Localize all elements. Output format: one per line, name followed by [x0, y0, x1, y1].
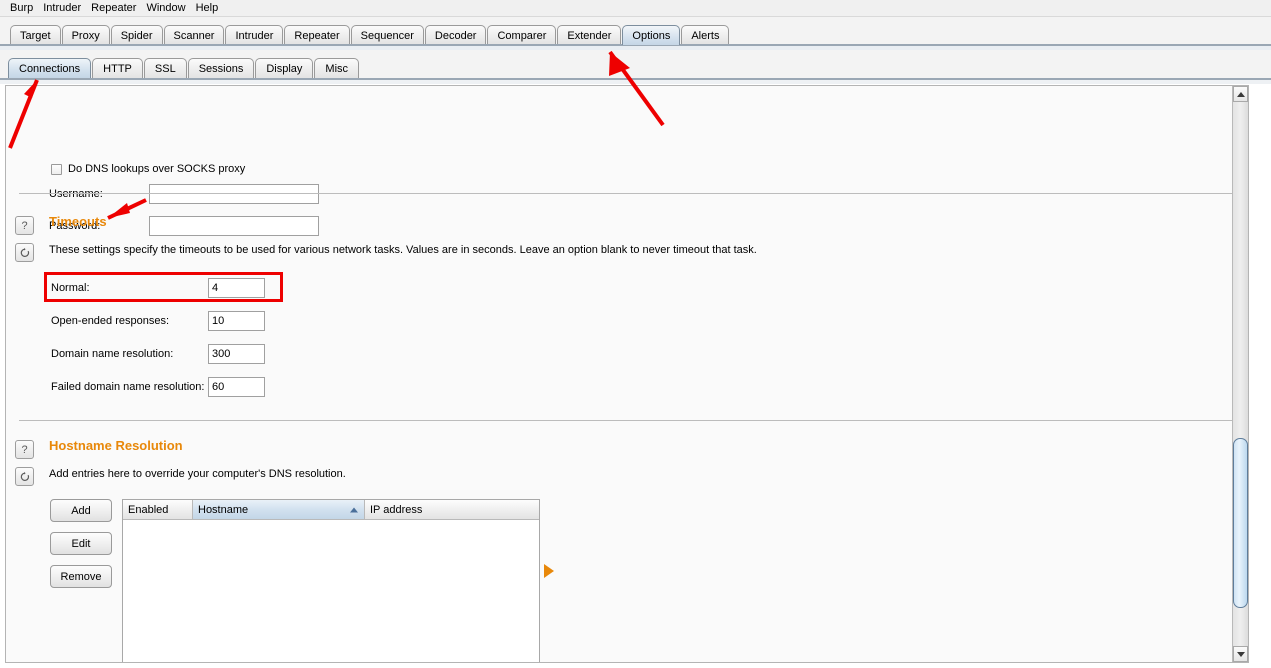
menu-item-intruder[interactable]: Intruder — [38, 1, 86, 15]
sub-tab-divider-shadow — [0, 80, 1271, 84]
tab-scanner[interactable]: Scanner — [163, 25, 225, 45]
vertical-scrollbar[interactable] — [1232, 86, 1248, 662]
table-body[interactable] — [123, 519, 539, 662]
scrollbar-thumb[interactable] — [1233, 438, 1248, 608]
tab-alerts[interactable]: Alerts — [681, 25, 730, 45]
dns-socks-checkbox-row[interactable]: Do DNS lookups over SOCKS proxy — [51, 163, 245, 175]
column-header-ip-address[interactable]: IP address — [365, 500, 539, 519]
column-header-hostname[interactable]: Hostname — [193, 500, 365, 519]
scrollbar-track[interactable] — [1233, 102, 1248, 646]
subtab-http[interactable]: HTTP — [92, 58, 143, 79]
dns-socks-checkbox-label: Do DNS lookups over SOCKS proxy — [68, 163, 246, 175]
timeout-normal-input[interactable] — [208, 278, 265, 298]
tab-intruder[interactable]: Intruder — [225, 25, 284, 45]
question-mark-icon[interactable]: ? — [15, 216, 34, 235]
tab-decoder[interactable]: Decoder — [424, 25, 487, 45]
menu-item-repeater[interactable]: Repeater — [86, 1, 141, 15]
refresh-icon[interactable] — [15, 243, 34, 262]
scroll-down-arrow-icon[interactable] — [1233, 646, 1248, 662]
options-content-panel: Username: Password: Do DNS lookups over … — [5, 85, 1249, 663]
tab-repeater[interactable]: Repeater — [284, 25, 350, 45]
subtab-sessions[interactable]: Sessions — [187, 58, 255, 79]
tab-proxy[interactable]: Proxy — [61, 25, 110, 45]
timeout-openended-row: Open-ended responses: — [51, 311, 265, 331]
subtab-ssl[interactable]: SSL — [143, 58, 187, 79]
timeout-domain-label: Domain name resolution: — [51, 348, 174, 360]
sub-tab-bar: Connections HTTP SSL Sessions Display Mi… — [0, 50, 1271, 79]
username-input[interactable] — [149, 184, 319, 204]
timeout-openended-input[interactable] — [208, 311, 265, 331]
hostname-resolution-table: Enabled Hostname IP address — [122, 499, 540, 662]
timeout-domain-row: Domain name resolution: — [51, 344, 265, 364]
timeout-openended-label: Open-ended responses: — [51, 315, 170, 327]
timeout-normal-row: Normal: — [51, 278, 265, 298]
tab-target[interactable]: Target — [10, 25, 61, 45]
menu-item-burp[interactable]: Burp — [5, 1, 38, 15]
username-row: Username: — [49, 184, 319, 204]
subtab-display[interactable]: Display — [255, 58, 314, 79]
timeouts-description: These settings specify the timeouts to b… — [49, 244, 757, 256]
refresh-icon-hostname[interactable] — [15, 467, 34, 486]
tab-extender[interactable]: Extender — [557, 25, 622, 45]
column-header-enabled[interactable]: Enabled — [123, 500, 193, 519]
separator-timeouts — [19, 193, 1236, 194]
column-header-hostname-label: Hostname — [198, 503, 249, 516]
menu-item-window[interactable]: Window — [141, 1, 190, 15]
burp-suite-window: Burp Intruder Repeater Window Help Targe… — [0, 0, 1271, 668]
timeout-failed-domain-input[interactable] — [208, 377, 265, 397]
menu-bar: Burp Intruder Repeater Window Help — [0, 0, 1271, 17]
timeouts-heading: Timeouts — [49, 214, 107, 229]
timeout-normal-label: Normal: — [51, 282, 90, 294]
tab-options[interactable]: Options — [622, 25, 681, 45]
username-label: Username: — [49, 188, 103, 200]
add-button[interactable]: Add — [50, 499, 112, 522]
edit-button[interactable]: Edit — [50, 532, 112, 555]
timeout-failed-domain-row: Failed domain name resolution: — [51, 377, 265, 397]
sort-ascending-icon — [350, 507, 358, 512]
separator-hostname-resolution — [19, 420, 1236, 421]
scroll-up-arrow-icon[interactable] — [1233, 86, 1248, 102]
dns-socks-checkbox[interactable] — [51, 163, 62, 175]
tab-comparer[interactable]: Comparer — [487, 25, 557, 45]
main-tab-bar: Target Proxy Spider Scanner Intruder Rep… — [0, 17, 1271, 45]
hostname-resolution-description: Add entries here to override your comput… — [49, 468, 346, 480]
hostname-resolution-heading: Hostname Resolution — [49, 438, 183, 453]
timeout-failed-domain-label: Failed domain name resolution: — [51, 381, 205, 393]
timeout-domain-input[interactable] — [208, 344, 265, 364]
table-header-row: Enabled Hostname IP address — [123, 500, 539, 519]
remove-button[interactable]: Remove — [50, 565, 112, 588]
password-input[interactable] — [149, 216, 319, 236]
play-triangle-icon[interactable] — [544, 564, 554, 578]
tab-spider[interactable]: Spider — [110, 25, 163, 45]
subtab-misc[interactable]: Misc — [314, 58, 360, 79]
tab-sequencer[interactable]: Sequencer — [350, 25, 424, 45]
subtab-connections[interactable]: Connections — [8, 58, 92, 79]
question-mark-icon-hostname[interactable]: ? — [15, 440, 34, 459]
menu-item-help[interactable]: Help — [191, 1, 224, 15]
